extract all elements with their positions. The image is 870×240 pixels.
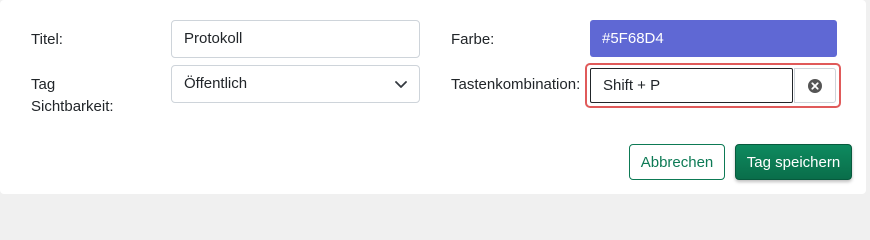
save-tag-button[interactable]: Tag speichern (735, 144, 852, 180)
hotkey-field-group: Shift + P (585, 63, 841, 108)
title-label: Titel: (31, 31, 63, 48)
visibility-select[interactable]: Öffentlich (171, 65, 420, 103)
color-label: Farbe: (451, 31, 495, 48)
visibility-label-line2: Sichtbarkeit: (31, 98, 114, 115)
tag-edit-form: Titel: Protokoll Farbe: #5F68D4 Tag Sich… (0, 0, 866, 194)
color-input[interactable]: #5F68D4 (590, 20, 837, 57)
chevron-down-icon (395, 81, 407, 88)
hotkey-input[interactable]: Shift + P (590, 68, 793, 103)
close-circle-icon (808, 78, 822, 93)
clear-hotkey-button[interactable] (794, 68, 836, 103)
visibility-select-value: Öffentlich (184, 75, 248, 92)
hotkey-label: Tastenkombination: (451, 76, 581, 93)
title-input[interactable]: Protokoll (171, 20, 420, 58)
cancel-button[interactable]: Abbrechen (629, 144, 725, 180)
visibility-label: Tag Sichtbarkeit: (31, 74, 114, 118)
visibility-label-line1: Tag (31, 76, 56, 93)
